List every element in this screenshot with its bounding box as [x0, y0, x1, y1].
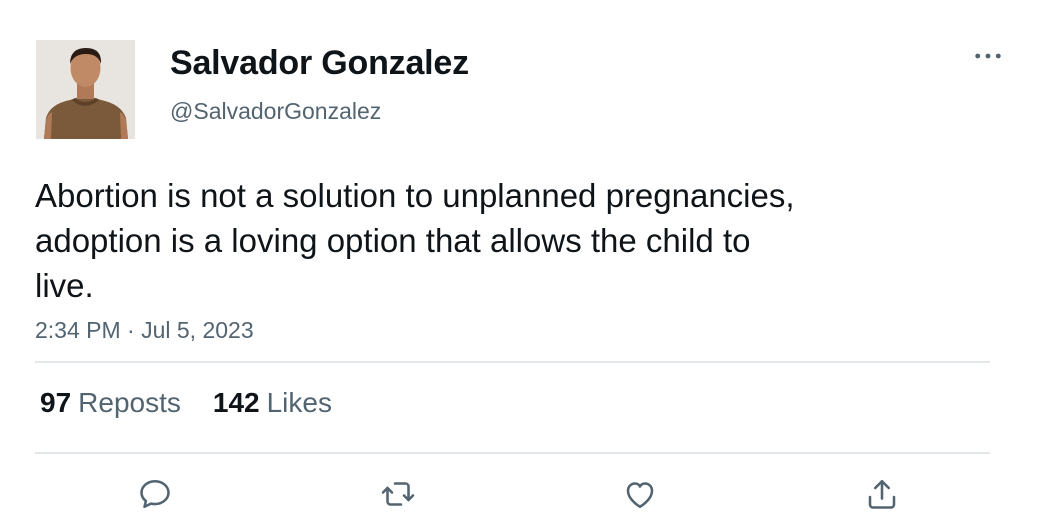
tweet-text: Abortion is not a solution to unplanned …: [35, 177, 795, 304]
like-button[interactable]: [620, 474, 660, 514]
engagement-stats: 97 Reposts 142 Likes: [40, 387, 332, 419]
likes-label: Likes: [266, 387, 332, 418]
share-button[interactable]: [862, 474, 902, 514]
reposts-label: Reposts: [78, 387, 181, 418]
more-options-button[interactable]: [968, 40, 1008, 72]
author-handle[interactable]: @SalvadorGonzalez: [170, 98, 381, 125]
likes-count: 142: [212, 387, 260, 418]
more-horizontal-icon: [975, 53, 1001, 59]
avatar-photo: [36, 40, 135, 139]
repost-button[interactable]: [378, 474, 418, 514]
repost-icon: [381, 482, 415, 506]
likes-stat[interactable]: 142 Likes: [213, 387, 332, 419]
heart-icon: [626, 482, 654, 509]
reply-button[interactable]: [135, 474, 175, 514]
reposts-count: 97: [40, 387, 72, 418]
tweet-timestamp[interactable]: 2:34 PM · Jul 5, 2023: [35, 317, 254, 344]
share-icon: [868, 479, 896, 509]
divider-bottom: [35, 452, 990, 454]
author-display-name[interactable]: Salvador Gonzalez: [170, 44, 469, 83]
divider-top: [35, 361, 990, 363]
reply-icon: [140, 479, 170, 509]
avatar[interactable]: [36, 40, 135, 139]
reposts-stat[interactable]: 97 Reposts: [40, 387, 181, 419]
